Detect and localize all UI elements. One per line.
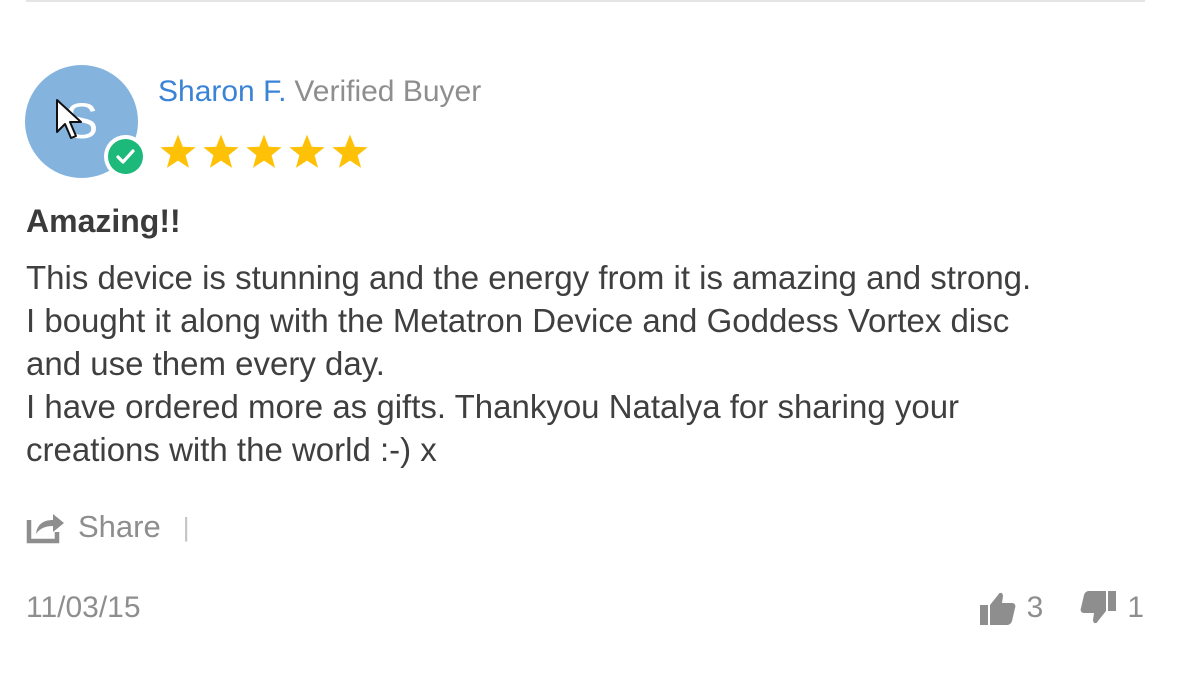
review-body-line: I have ordered more as gifts. Thankyou N… xyxy=(26,388,960,425)
star-icon xyxy=(246,134,282,168)
review-body-line: and use them every day. xyxy=(26,345,385,382)
review-title: Amazing!! xyxy=(26,203,181,239)
review-body-line: This device is stunning and the energy f… xyxy=(26,259,1032,296)
author-name[interactable]: Sharon F. xyxy=(158,75,286,108)
author-line: Sharon F. Verified Buyer xyxy=(158,72,481,112)
star-icon xyxy=(160,134,196,168)
thumbs-up-button[interactable]: 3 xyxy=(979,586,1044,630)
share-button[interactable]: Share | xyxy=(26,505,190,549)
top-divider xyxy=(26,0,1145,2)
mouse-pointer-icon xyxy=(56,99,82,139)
star-icon xyxy=(289,134,325,168)
thumbs-down-icon xyxy=(1080,591,1117,624)
share-label: Share xyxy=(78,509,161,544)
thumbs-down-button[interactable]: 1 xyxy=(1079,586,1144,630)
review-date: 11/03/15 xyxy=(26,591,141,624)
star-rating xyxy=(158,133,370,171)
review-body-line: creations with the world :-) x xyxy=(26,431,437,468)
review-body: This device is stunning and the energy f… xyxy=(26,256,1166,471)
verified-check-icon xyxy=(104,135,147,178)
share-icon xyxy=(26,514,64,544)
thumbs-up-count: 3 xyxy=(1026,591,1044,624)
review-body-line: I bought it along with the Metatron Devi… xyxy=(26,302,1010,339)
thumbs-down-count: 1 xyxy=(1127,591,1144,624)
share-separator: | xyxy=(182,512,190,542)
vote-controls: 3 1 xyxy=(979,586,1144,630)
verified-buyer-label: Verified Buyer xyxy=(294,75,482,108)
thumbs-up-icon xyxy=(979,592,1015,625)
star-icon xyxy=(332,134,368,168)
star-icon xyxy=(203,134,239,168)
